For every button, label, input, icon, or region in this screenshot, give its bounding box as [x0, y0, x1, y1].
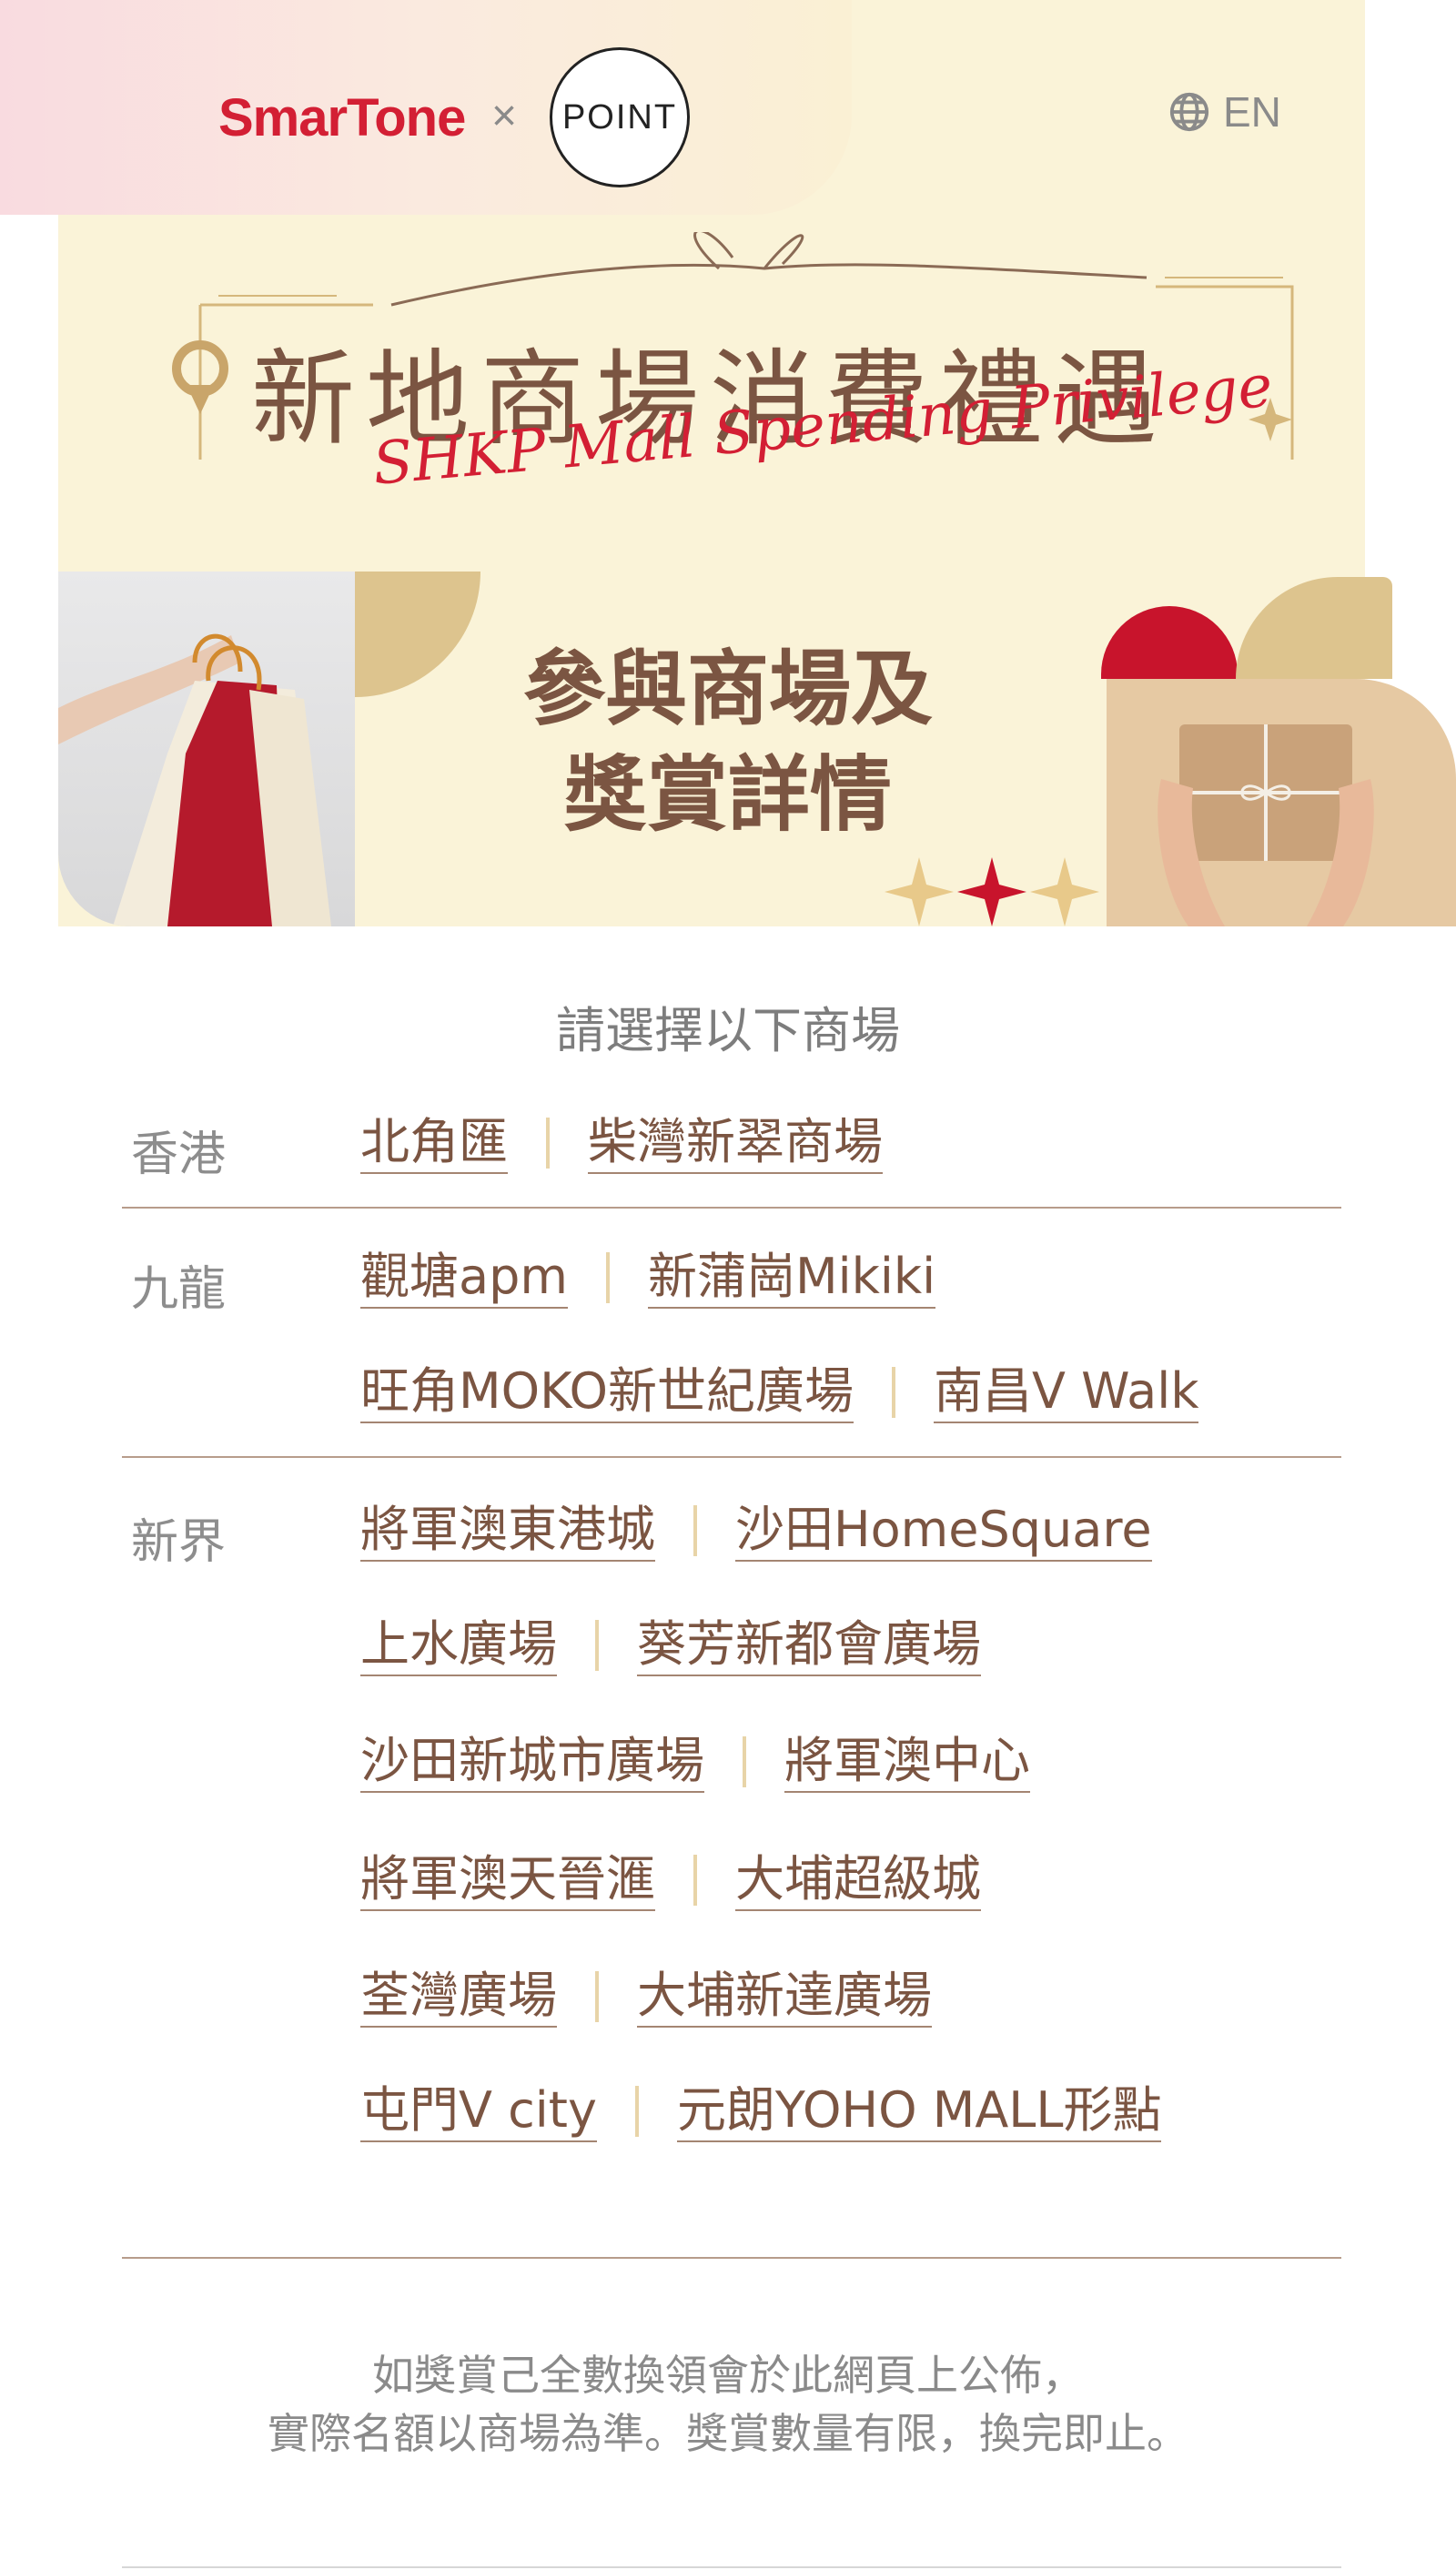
mall-row: 觀塘apm 新蒲崗Mikiki [360, 1247, 936, 1309]
mall-row: 將軍澳天晉滙 大埔超級城 [360, 1849, 981, 1911]
link-separator [693, 1505, 697, 1556]
link-separator [634, 2086, 639, 2137]
the-point-logo[interactable]: POINT [550, 47, 690, 187]
link-separator [595, 1971, 599, 2022]
hero-banner: SmarTone × POINT EN 新地商場消費禮遇 SHKP Mall S… [0, 0, 1456, 926]
mall-row: 上水廣場 葵芳新都會廣場 [360, 1614, 981, 1676]
mall-link-yoho-mall[interactable]: 元朗YOHO MALL形點 [676, 2080, 1162, 2142]
mall-link-tsuen-wan-plaza[interactable]: 荃灣廣場 [360, 1966, 557, 2028]
mall-link-moko[interactable]: 旺角MOKO新世紀廣場 [360, 1361, 854, 1423]
shopping-bags-photo [58, 572, 355, 926]
mall-row: 旺角MOKO新世紀廣場 南昌V Walk [360, 1361, 1199, 1423]
mall-link-v-walk[interactable]: 南昌V Walk [934, 1361, 1199, 1423]
region-label: 香港 [131, 1128, 227, 1182]
section-title: 參與商場及 獎賞詳情 [473, 637, 983, 848]
mall-link-east-point-city[interactable]: 將軍澳東港城 [360, 1500, 655, 1562]
link-separator [693, 1855, 697, 1906]
region-label: 新界 [131, 1515, 227, 1570]
brand-separator: × [491, 92, 518, 140]
reward-notice: 如獎賞己全數換領會於此網頁上公佈， 實際名額以商場為準。獎賞數量有限，換完即止。 [0, 2346, 1456, 2463]
region-label: 九龍 [131, 1262, 227, 1317]
mall-link-mikiki[interactable]: 新蒲崗Mikiki [647, 1247, 936, 1309]
section-title-line2: 獎賞詳情 [564, 747, 892, 843]
link-separator [595, 1620, 599, 1671]
language-label: EN [1223, 88, 1281, 136]
notice-line2: 實際名額以商場為準。獎賞數量有限，換完即止。 [268, 2409, 1188, 2458]
mall-row: 沙田新城市廣場 將軍澳中心 [360, 1731, 1030, 1793]
mall-row: 荃灣廣場 大埔新達廣場 [360, 1966, 932, 2028]
mall-row: 北角匯 柴灣新翠商場 [360, 1112, 883, 1174]
region-divider [122, 1207, 1341, 1209]
gift-box-photo [1107, 679, 1456, 926]
region-divider [122, 1456, 1341, 1458]
mall-link-north-point[interactable]: 北角匯 [360, 1112, 508, 1174]
link-separator [892, 1367, 896, 1418]
mall-link-chai-wan[interactable]: 柴灣新翠商場 [588, 1112, 883, 1174]
mall-link-landmark-north[interactable]: 上水廣場 [360, 1614, 557, 1676]
mall-select-instruction: 請選擇以下商場 [556, 1002, 900, 1059]
mall-row: 屯門V city 元朗YOHO MALL形點 [360, 2080, 1162, 2142]
mall-link-v-city[interactable]: 屯門V city [360, 2080, 597, 2142]
notice-line1: 如獎賞己全數換領會於此網頁上公佈， [372, 2351, 1084, 2400]
mall-row: 將軍澳東港城 沙田HomeSquare [360, 1500, 1152, 1562]
list-bottom-divider [122, 2257, 1341, 2259]
mall-link-homesquare[interactable]: 沙田HomeSquare [735, 1500, 1152, 1562]
link-separator [546, 1118, 550, 1169]
mall-link-kwun-tong-apm[interactable]: 觀塘apm [360, 1247, 568, 1309]
sparkle-decoration [885, 857, 1099, 926]
link-separator [605, 1252, 610, 1303]
mall-link-tai-po-plaza[interactable]: 大埔新達廣場 [637, 1966, 932, 2028]
gift-box-illustration [1158, 724, 1374, 926]
the-point-logo-text: POINT [561, 97, 678, 137]
mall-link-new-town-plaza[interactable]: 沙田新城市廣場 [360, 1731, 704, 1793]
language-toggle[interactable]: EN [1168, 87, 1281, 137]
mall-link-popcorn[interactable]: 將軍澳天晉滙 [360, 1849, 655, 1911]
section-title-line1: 參與商場及 [523, 642, 933, 737]
smartone-logo[interactable]: SmarTone [218, 87, 466, 148]
mall-link-tai-po-mega-mall[interactable]: 大埔超級城 [735, 1849, 981, 1911]
shopping-bags-illustration [58, 633, 331, 926]
footer-divider [122, 2566, 1341, 2568]
link-separator [743, 1736, 746, 1787]
mall-link-tko-centre[interactable]: 將軍澳中心 [784, 1731, 1030, 1793]
mall-link-metroplaza[interactable]: 葵芳新都會廣場 [637, 1614, 981, 1676]
globe-icon [1169, 92, 1209, 132]
